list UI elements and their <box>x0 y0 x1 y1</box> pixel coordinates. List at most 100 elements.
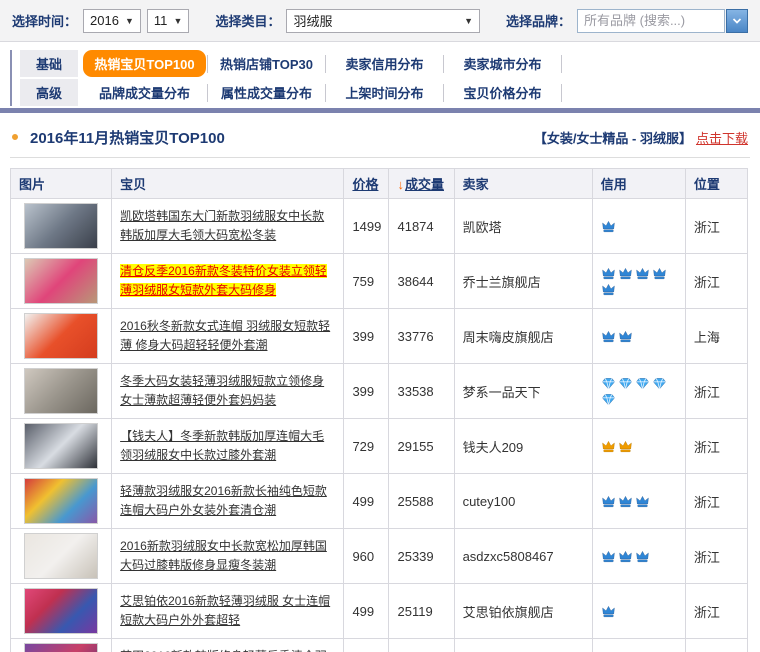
tab-label: 热销宝贝TOP100 <box>83 50 205 77</box>
item-cell: 轻薄款羽绒服女2016新款长袖纯色短款连帽大码户外女装外套清仓潮 <box>112 474 344 529</box>
volume-cell: 29155 <box>389 419 454 474</box>
brand-combo <box>577 9 748 33</box>
product-title-link[interactable]: 艾思铂依2016新款轻薄羽绒服 女士连帽短款大码户外外套超轻 <box>120 594 330 627</box>
basic-tab-list: 热销宝贝TOP100 热销店铺TOP30 卖家信用分布 卖家城市分布 <box>82 50 562 77</box>
brand-dropdown-button[interactable] <box>726 9 748 33</box>
item-cell: 清仓反季2016新款冬装特价女装立领轻薄羽绒服女短款外套大码修身 <box>112 254 344 309</box>
image-cell <box>11 639 112 652</box>
tab-label: 热销店铺TOP30 <box>220 54 313 73</box>
diamond-icon <box>601 376 616 391</box>
credit-cell <box>592 419 685 474</box>
tab-item[interactable]: 热销店铺TOP30 <box>208 55 326 73</box>
product-thumbnail[interactable] <box>24 313 98 359</box>
page: 选择时间： 2016 ▼ 11 ▼ 选择类目： 羽绒服 ▼ 选择品牌： <box>0 0 760 652</box>
volume-sort-link[interactable]: 成交量 <box>405 177 444 192</box>
tab-group-advanced-label: 高级 <box>20 79 78 106</box>
volume-cell: 25588 <box>389 474 454 529</box>
product-title-link[interactable]: 冬季大码女装轻薄羽绒服短款立领修身女士薄款超薄轻便外套妈妈装 <box>120 374 324 407</box>
tab-item[interactable]: 热销宝贝TOP100 <box>82 55 208 73</box>
product-title-link[interactable]: 2016秋冬新款女式连帽 羽绒服女短款轻薄 修身大码超轻轻便外套潮 <box>120 319 330 352</box>
crown-icon <box>618 494 633 509</box>
tab-label: 卖家信用分布 <box>345 54 423 73</box>
image-cell <box>11 419 112 474</box>
product-thumbnail[interactable] <box>24 478 98 524</box>
tabs-underline <box>0 108 760 113</box>
product-title-link[interactable]: 凯欧塔韩国东大门新款羽绒服女中长款韩版加厚大毛领大码宽松冬装 <box>120 209 324 242</box>
item-cell: 2016新款羽绒服女中长款宽松加厚韩国大码过膝韩版修身显瘦冬装潮 <box>112 529 344 584</box>
volume-cell: 33776 <box>389 309 454 364</box>
year-select[interactable]: 2016 ▼ <box>83 9 141 33</box>
product-thumbnail[interactable] <box>24 203 98 249</box>
image-cell <box>11 529 112 584</box>
product-thumbnail[interactable] <box>24 643 98 652</box>
image-cell <box>11 364 112 419</box>
volume-cell: 41874 <box>389 199 454 254</box>
tab-label: 卖家城市分布 <box>463 54 541 73</box>
seller-cell: 周末嗨皮旗舰店 <box>454 309 592 364</box>
tab-item[interactable]: 上架时间分布 <box>326 84 444 102</box>
product-thumbnail[interactable] <box>24 423 98 469</box>
image-cell <box>11 309 112 364</box>
product-title-link[interactable]: 【钱夫人】冬季新款韩版加厚连帽大毛领羽绒服女中长款过膝外套潮 <box>120 429 324 462</box>
product-title-link[interactable]: 轻薄款羽绒服女2016新款长袖纯色短款连帽大码户外女装外套清仓潮 <box>120 484 327 517</box>
location-cell: 上海 <box>685 309 747 364</box>
credit-cell <box>592 474 685 529</box>
diamond-icon <box>618 376 633 391</box>
product-thumbnail[interactable] <box>24 533 98 579</box>
crown-icon <box>601 282 616 297</box>
seller-cell: 艾思铂依旗舰店 <box>454 584 592 639</box>
credit-cell <box>592 309 685 364</box>
crown-icon <box>601 219 616 234</box>
product-title-link[interactable]: 2016新款羽绒服女中长款宽松加厚韩国大码过膝韩版修身显瘦冬装潮 <box>120 539 327 572</box>
category-select[interactable]: 羽绒服 ▼ <box>286 9 480 33</box>
year-value: 2016 <box>90 13 119 28</box>
tab-item[interactable]: 宝贝价格分布 <box>444 84 562 102</box>
download-link[interactable]: 点击下载 <box>696 128 748 147</box>
table-row: 2016秋冬新款女式连帽 羽绒服女短款轻薄 修身大码超轻轻便外套潮 399 33… <box>11 309 748 364</box>
volume-cell: 33538 <box>389 364 454 419</box>
tab-item[interactable]: 卖家城市分布 <box>444 55 562 73</box>
crown-icon <box>652 266 667 281</box>
category-path: 【女装/女士精品 - 羽绒服】 <box>534 128 692 147</box>
seller-cell: 乔士兰旗舰店 <box>454 254 592 309</box>
category-value: 羽绒服 <box>293 11 332 30</box>
volume-cell: 38644 <box>389 254 454 309</box>
col-header-credit: 信用 <box>592 169 685 199</box>
location-cell <box>685 639 747 652</box>
seller-cell: asdzxc5808467 <box>454 529 592 584</box>
tab-item[interactable]: 品牌成交量分布 <box>82 84 208 102</box>
product-thumbnail[interactable] <box>24 258 98 304</box>
credit-cell <box>592 199 685 254</box>
table-row: 清仓反季2016新款冬装特价女装立领轻薄羽绒服女短款外套大码修身 759 386… <box>11 254 748 309</box>
tab-item[interactable]: 属性成交量分布 <box>208 84 326 102</box>
month-select[interactable]: 11 ▼ <box>147 9 190 33</box>
table-row: 轻薄款羽绒服女2016新款长袖纯色短款连帽大码户外女装外套清仓潮 499 255… <box>11 474 748 529</box>
brand-search-input[interactable] <box>577 9 725 33</box>
diamond-icon <box>601 392 616 407</box>
crown-icon <box>618 329 633 344</box>
location-cell: 浙江 <box>685 254 747 309</box>
location-cell: 浙江 <box>685 199 747 254</box>
crown-icon <box>601 266 616 281</box>
item-cell: 冬季大码女装轻薄羽绒服短款立领修身女士薄款超薄轻便外套妈妈装 <box>112 364 344 419</box>
item-cell: 艾思铂依2016新款轻薄羽绒服 女士连帽短款大码户外外套超轻 <box>112 584 344 639</box>
credit-cell <box>592 584 685 639</box>
caret-down-icon: ▼ <box>174 16 183 26</box>
seller-cell <box>454 639 592 652</box>
product-thumbnail[interactable] <box>24 588 98 634</box>
advanced-tab-list: 品牌成交量分布属性成交量分布上架时间分布宝贝价格分布 <box>82 79 562 106</box>
price-sort-link[interactable]: 价格 <box>352 177 378 192</box>
tab-item[interactable]: 卖家信用分布 <box>326 55 444 73</box>
volume-cell: 25119 <box>389 584 454 639</box>
advanced-tab-row: 高级 品牌成交量分布属性成交量分布上架时间分布宝贝价格分布 <box>20 79 760 106</box>
image-cell <box>11 584 112 639</box>
price-cell: 499 <box>344 584 389 639</box>
col-header-seller: 卖家 <box>454 169 592 199</box>
crown-icon <box>635 266 650 281</box>
diamond-icon <box>635 376 650 391</box>
product-title-link[interactable]: 清仓反季2016新款冬装特价女装立领轻薄羽绒服女短款外套大码修身 <box>120 264 327 297</box>
tab-group-basic-label: 基础 <box>20 50 78 77</box>
crown-icon <box>601 329 616 344</box>
product-thumbnail[interactable] <box>24 368 98 414</box>
location-cell: 浙江 <box>685 364 747 419</box>
